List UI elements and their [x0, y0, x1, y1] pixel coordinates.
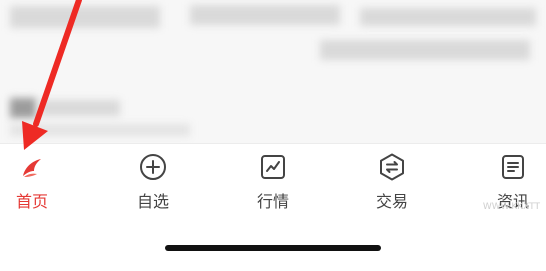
blurred-content-area: [0, 0, 546, 143]
home-indicator[interactable]: [165, 245, 381, 251]
news-document-icon: [502, 155, 524, 179]
blurred-content-block: [360, 8, 536, 26]
blurred-content-block: [320, 40, 530, 60]
watermark: WWW.KKXTT: [482, 202, 540, 212]
tab-market[interactable]: 行情: [218, 144, 328, 220]
plus-circle-icon: [140, 154, 166, 180]
tab-market-label: 行情: [256, 192, 289, 211]
blurred-content-block: [190, 5, 340, 25]
tab-home[interactable]: 首页: [0, 144, 87, 220]
bottom-tab-bar: 首页 自选 行情 交易 资讯: [0, 144, 546, 220]
blurred-content-block: [40, 100, 120, 116]
tab-trade[interactable]: 交易: [337, 144, 447, 220]
exchange-hexagon-icon: [380, 153, 404, 181]
tab-home-label: 首页: [15, 192, 48, 211]
blurred-content-block: [10, 6, 160, 28]
tab-trade-label: 交易: [375, 192, 408, 211]
blurred-content-block: [10, 124, 190, 136]
home-logo-icon: [23, 159, 41, 177]
blurred-content-block: [10, 98, 36, 118]
tab-watchlist[interactable]: 自选: [98, 144, 208, 220]
chart-line-icon: [261, 155, 285, 179]
tab-watchlist-label: 自选: [136, 192, 169, 211]
